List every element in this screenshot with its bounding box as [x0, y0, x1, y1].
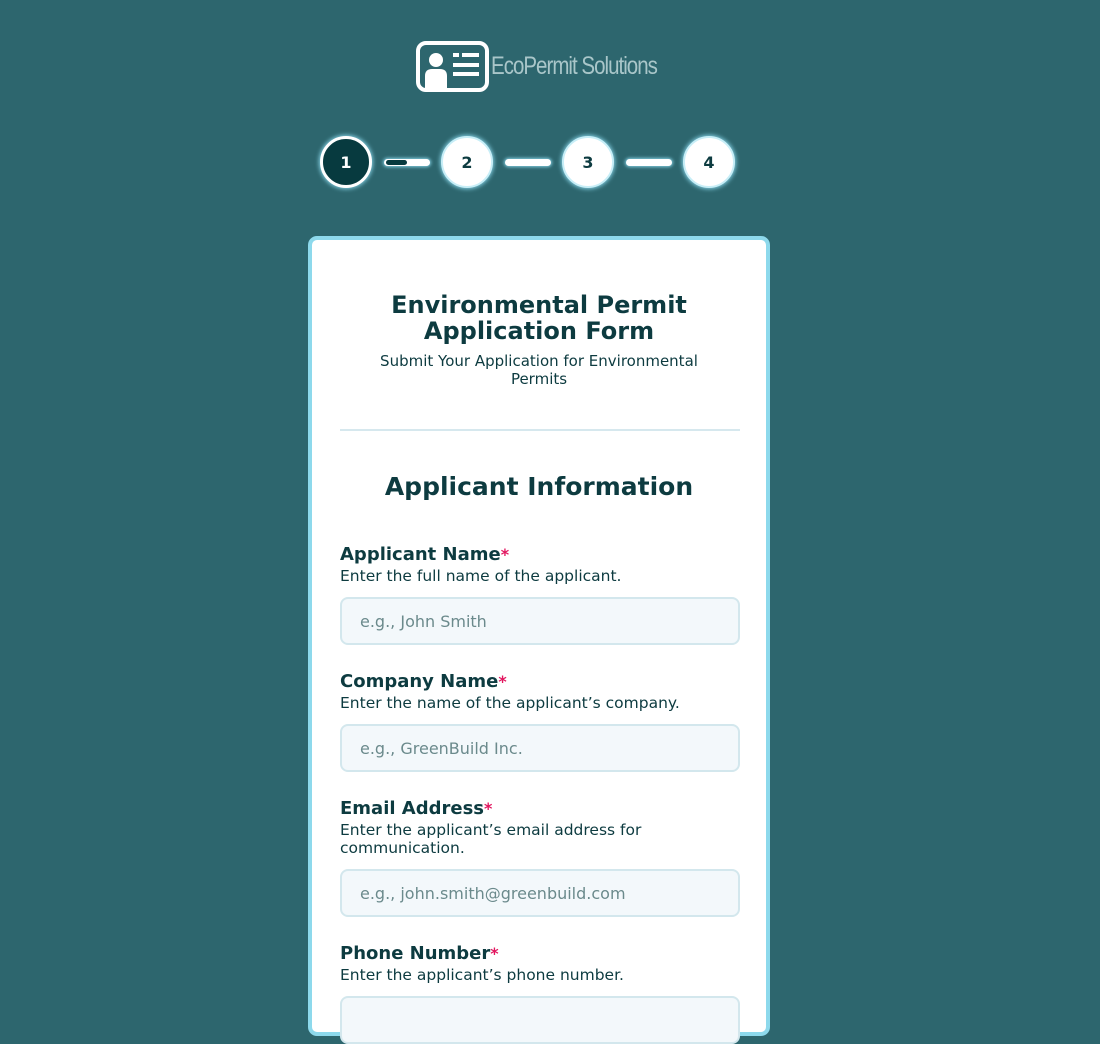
required-marker: *: [484, 799, 493, 818]
field-label: Phone Number*: [340, 943, 740, 965]
field-help: Enter the name of the applicant’s compan…: [340, 694, 680, 712]
company-name-input[interactable]: [340, 724, 740, 772]
email-address-input[interactable]: [340, 869, 740, 917]
phone-number-input[interactable]: [340, 996, 740, 1044]
step-connector: [384, 158, 430, 166]
step-1[interactable]: 1: [320, 136, 372, 188]
field-label: Email Address*: [340, 798, 740, 820]
section-title: Applicant Information: [384, 472, 694, 501]
id-card-icon: [416, 41, 489, 92]
step-number: 4: [703, 152, 715, 172]
required-marker: *: [498, 672, 507, 691]
field-email-address: Email Address* Enter the applicant’s ema…: [340, 798, 740, 917]
connector-progress-fill: [386, 159, 407, 165]
progress-stepper: 1 2 3 4: [320, 136, 735, 188]
step-3[interactable]: 3: [562, 136, 614, 188]
brand-name: EcoPermit Solutions: [491, 52, 658, 80]
form-card: Environmental Permit Application Form Su…: [308, 236, 770, 1044]
field-label-text: Applicant Name: [340, 544, 501, 565]
field-applicant-name: Applicant Name* Enter the full name of t…: [340, 544, 740, 645]
field-label: Applicant Name*: [340, 544, 740, 566]
field-label-text: Email Address: [340, 798, 485, 819]
form-title: Environmental Permit Application Form: [391, 291, 687, 345]
field-label: Company Name*: [340, 671, 740, 693]
field-help: Enter the full name of the applicant.: [340, 567, 622, 585]
required-marker: *: [490, 944, 499, 963]
step-connector: [505, 158, 551, 166]
step-connector: [626, 158, 672, 166]
step-2[interactable]: 2: [441, 136, 493, 188]
field-label-text: Company Name: [340, 671, 499, 692]
field-phone-number: Phone Number* Enter the applicant’s phon…: [340, 943, 740, 1044]
step-number: 2: [461, 152, 473, 172]
brand-logo: EcoPermit Solutions: [416, 41, 693, 92]
field-help: Enter the applicant’s email address for …: [340, 821, 642, 857]
field-help: Enter the applicant’s phone number.: [340, 966, 624, 984]
divider: [340, 429, 740, 431]
field-label-text: Phone Number: [340, 943, 491, 964]
applicant-name-input[interactable]: [340, 597, 740, 645]
step-number: 1: [340, 152, 352, 172]
field-company-name: Company Name* Enter the name of the appl…: [340, 671, 740, 772]
step-number: 3: [582, 152, 594, 172]
step-4[interactable]: 4: [683, 136, 735, 188]
required-marker: *: [500, 545, 510, 564]
form-subtitle: Submit Your Application for Environmenta…: [380, 352, 698, 388]
